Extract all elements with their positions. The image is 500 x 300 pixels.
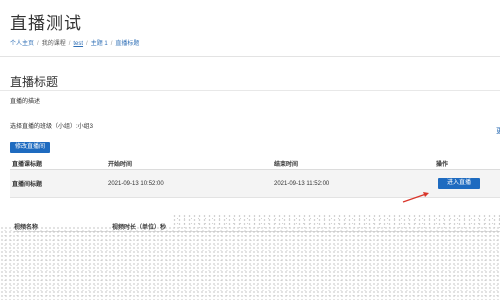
- dither-overlay: [0, 226, 500, 300]
- start-time-cell: 2021-09-13 10:52:00: [106, 169, 272, 198]
- section-title: 直播标题: [10, 75, 59, 89]
- column-header-title: 直播课标题: [10, 157, 106, 170]
- arrow-shaft: [402, 193, 427, 203]
- breadcrumb-separator: /: [68, 41, 71, 47]
- top-header: 直播测试 个人主页 / 我的课程 / test / 主题 1/直播标题: [0, 0, 500, 57]
- breadcrumb-topic-link[interactable]: 主题 1: [91, 41, 108, 47]
- breadcrumb-separator: /: [86, 41, 88, 47]
- breadcrumb-separator: /: [37, 41, 39, 47]
- action-cell: 进入直播: [434, 169, 500, 198]
- column-header-action: 操作: [434, 157, 500, 170]
- breadcrumb: 个人主页 / 我的课程 / test / 主题 1/直播标题: [10, 38, 139, 47]
- section-divider: [0, 90, 500, 91]
- live-table-header-row: 直播课标题 开始时间 结束时间 操作: [10, 157, 500, 170]
- page-title: 直播测试: [10, 14, 82, 33]
- annotation-arrow-icon: [402, 192, 429, 203]
- group-selection-label: 选择直播的班级（小组）:小组3: [10, 124, 94, 130]
- breadcrumb-courses-link[interactable]: 我的课程: [42, 41, 66, 47]
- breadcrumb-course-link[interactable]: test: [73, 41, 83, 47]
- breadcrumb-home-link[interactable]: 个人主页: [10, 41, 34, 47]
- live-title-cell: 直播间标题: [10, 169, 106, 198]
- enter-live-button[interactable]: 进入直播: [438, 178, 480, 189]
- breadcrumb-current-link[interactable]: 直播标题: [115, 41, 139, 47]
- column-header-end-time: 结束时间: [272, 157, 434, 170]
- modify-live-room-button[interactable]: 修改直播间: [10, 142, 50, 153]
- column-header-start-time: 开始时间: [106, 157, 272, 170]
- edge-link[interactable]: 更: [496, 126, 500, 136]
- breadcrumb-separator: /: [110, 41, 113, 47]
- live-description: 直播的描述: [10, 99, 41, 105]
